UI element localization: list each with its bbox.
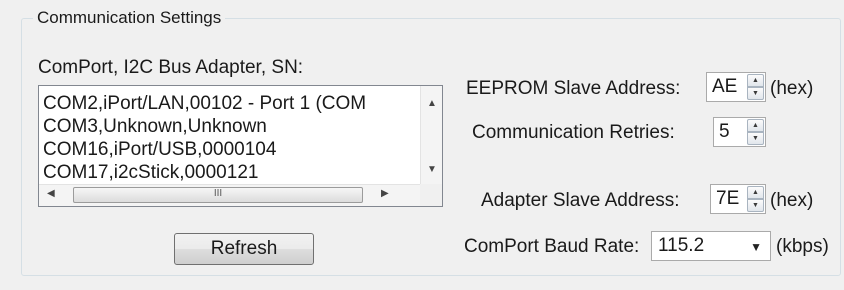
scrollbar-corner <box>420 184 442 206</box>
horizontal-scroll-thumb[interactable]: III <box>73 187 363 203</box>
baud-kbps-unit: (kbps) <box>776 236 829 257</box>
eeprom-slave-address-stepper[interactable]: AE ▲ ▼ <box>706 72 766 102</box>
scroll-left-icon[interactable]: ◀ <box>47 188 55 199</box>
spin-down-icon[interactable]: ▼ <box>747 132 764 145</box>
spin-down-icon[interactable]: ▼ <box>747 87 764 100</box>
grip-icon: III <box>213 188 223 199</box>
chevron-down-icon[interactable]: ▼ <box>750 240 762 254</box>
spin-up-icon[interactable]: ▲ <box>747 186 764 199</box>
comport-label: ComPort, I2C Bus Adapter, SN: <box>38 57 304 78</box>
group-title: Communication Settings <box>33 8 226 28</box>
list-item[interactable]: COM2,iPort/LAN,00102 - Port 1 (COM <box>43 92 408 115</box>
adapter-slave-address-value[interactable]: 7E <box>716 188 739 210</box>
eeprom-slave-address-value[interactable]: AE <box>712 76 737 98</box>
spin-down-icon[interactable]: ▼ <box>747 199 764 212</box>
scroll-right-icon[interactable]: ▶ <box>381 188 389 199</box>
eeprom-slave-address-label: EEPROM Slave Address: <box>466 78 681 99</box>
vertical-scrollbar[interactable]: ▲ ▼ <box>420 86 442 184</box>
adapter-slave-address-label: Adapter Slave Address: <box>481 190 680 211</box>
comport-listbox[interactable]: COM2,iPort/LAN,00102 - Port 1 (COM COM3,… <box>38 85 443 207</box>
comport-baud-rate-value: 115.2 <box>658 235 705 256</box>
list-item[interactable]: COM17,i2cStick,0000121 <box>43 161 408 184</box>
scroll-up-icon[interactable]: ▲ <box>421 98 442 109</box>
comport-baud-rate-select[interactable]: 115.2 ▼ <box>651 231 771 261</box>
list-item[interactable]: COM16,iPort/USB,0000104 <box>43 138 408 161</box>
list-item[interactable]: COM3,Unknown,Unknown <box>43 115 408 138</box>
communication-retries-value[interactable]: 5 <box>719 121 730 143</box>
spin-up-icon[interactable]: ▲ <box>747 74 764 87</box>
communication-retries-stepper[interactable]: 5 ▲ ▼ <box>713 117 766 147</box>
adapter-slave-address-stepper[interactable]: 7E ▲ ▼ <box>710 184 766 214</box>
spin-up-icon[interactable]: ▲ <box>747 119 764 132</box>
communication-retries-label: Communication Retries: <box>472 122 675 143</box>
adapter-hex-unit: (hex) <box>770 190 814 211</box>
scroll-down-icon[interactable]: ▼ <box>421 164 442 175</box>
comport-list-items: COM2,iPort/LAN,00102 - Port 1 (COM COM3,… <box>43 92 408 184</box>
horizontal-scrollbar[interactable]: ◀ III ▶ <box>39 184 442 206</box>
eeprom-hex-unit: (hex) <box>770 78 814 99</box>
comport-baud-rate-label: ComPort Baud Rate: <box>464 236 640 257</box>
refresh-button[interactable]: Refresh <box>174 233 314 265</box>
